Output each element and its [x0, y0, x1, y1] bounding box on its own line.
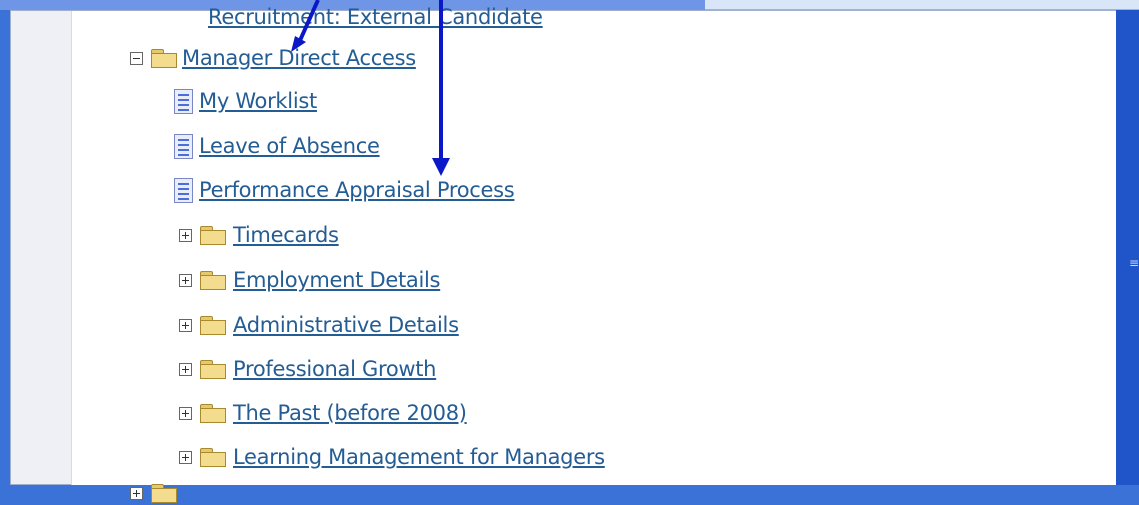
page-icon — [174, 133, 193, 159]
expand-icon[interactable] — [179, 273, 192, 287]
tree-folder-employment-details[interactable]: Employment Details — [179, 268, 440, 292]
tree-item-label[interactable]: Timecards — [233, 223, 339, 247]
tree-item-label[interactable]: My Worklist — [199, 89, 317, 113]
folder-icon — [199, 225, 227, 245]
top-bar-panel — [705, 0, 1139, 10]
folder-icon — [150, 483, 178, 503]
page-icon — [174, 88, 193, 114]
tree-page-leave-of-absence[interactable]: Leave of Absence — [174, 133, 380, 159]
tree-item-label[interactable]: Employment Details — [233, 268, 440, 292]
expand-icon[interactable] — [130, 486, 143, 500]
tree-page-my-worklist[interactable]: My Worklist — [174, 88, 317, 114]
tree-item-label[interactable]: Professional Growth — [233, 357, 437, 381]
folder-icon — [199, 403, 227, 423]
expand-icon[interactable] — [179, 228, 192, 242]
folder-icon — [199, 270, 227, 290]
tree-folder-professional-growth[interactable]: Professional Growth — [179, 357, 437, 381]
folder-icon — [150, 48, 178, 68]
navigator-frame: Recruitment: External Candidate Manager … — [10, 5, 1127, 503]
expand-icon[interactable] — [179, 318, 192, 332]
tree-folder-timecards[interactable]: Timecards — [179, 223, 339, 247]
folder-icon — [199, 315, 227, 335]
navigator-tree-panel: Recruitment: External Candidate Manager … — [71, 5, 1127, 503]
folder-icon — [199, 447, 227, 467]
scrollbar-grip-icon[interactable]: ≡ — [1129, 257, 1139, 274]
tree-folder-administrative-details[interactable]: Administrative Details — [179, 313, 459, 337]
tree-folder-manager-direct-access[interactable]: Manager Direct Access — [130, 46, 416, 70]
tree-folder-the-past[interactable]: The Past (before 2008) — [179, 401, 467, 425]
folder-icon — [199, 359, 227, 379]
tree-page-performance-appraisal[interactable]: Performance Appraisal Process — [174, 177, 515, 203]
expand-icon[interactable] — [179, 362, 192, 376]
scrollbar[interactable] — [1116, 10, 1139, 485]
expand-icon[interactable] — [179, 450, 192, 464]
tree-item-label[interactable]: Recruitment: External Candidate — [208, 5, 543, 29]
tree-item-label[interactable]: Performance Appraisal Process — [199, 178, 515, 202]
page-icon — [174, 177, 193, 203]
tree-folder-learning-management[interactable]: Learning Management for Managers — [179, 445, 605, 469]
tree-item-label[interactable]: Leave of Absence — [199, 134, 380, 158]
tree-item-label[interactable]: The Past (before 2008) — [233, 401, 467, 425]
expand-icon[interactable] — [179, 406, 192, 420]
tree-item-label[interactable]: Manager Direct Access — [182, 46, 416, 70]
tree-item-partial[interactable]: Recruitment: External Candidate — [202, 5, 543, 29]
collapse-icon[interactable] — [130, 51, 143, 65]
tree-item-label[interactable]: Administrative Details — [233, 313, 459, 337]
tree-item-label[interactable]: Learning Management for Managers — [233, 445, 605, 469]
